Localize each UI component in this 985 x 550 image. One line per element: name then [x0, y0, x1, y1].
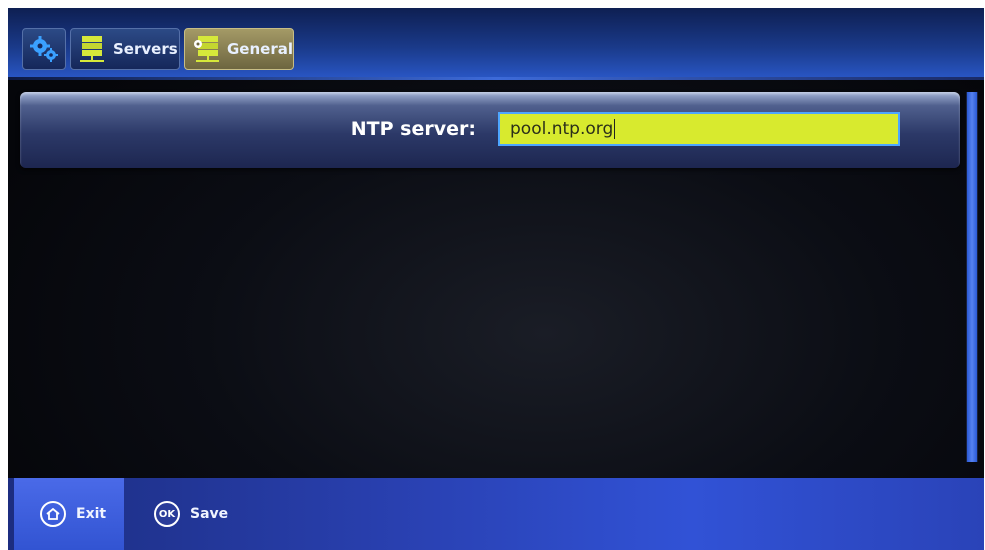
bottom-action-bar: Exit OK Save: [8, 478, 984, 550]
gears-icon: [30, 36, 58, 62]
scrollbar-thumb[interactable]: [967, 92, 977, 462]
save-button[interactable]: OK Save: [154, 478, 254, 550]
tab-servers-label: Servers: [113, 40, 178, 58]
ntp-server-value: pool.ntp.org: [510, 119, 614, 139]
home-icon: [40, 501, 66, 527]
top-tab-bar: Servers General: [8, 8, 984, 80]
ntp-server-input[interactable]: pool.ntp.org: [498, 112, 900, 146]
exit-button[interactable]: Exit: [14, 478, 124, 550]
ok-icon: OK: [154, 501, 180, 527]
text-caret: [614, 119, 616, 139]
tab-servers[interactable]: Servers: [70, 28, 180, 70]
tv-settings-screen: Servers General NTP server: pool.ntp.org: [8, 8, 984, 550]
server-settings-icon: [194, 36, 219, 62]
scrollbar[interactable]: [966, 92, 978, 462]
save-label: Save: [190, 506, 229, 522]
tab-general[interactable]: General: [184, 28, 294, 70]
server-icon: [80, 36, 104, 62]
ntp-setting-row[interactable]: NTP server: pool.ntp.org: [20, 92, 960, 168]
tab-settings[interactable]: [22, 28, 66, 70]
ntp-server-label: NTP server:: [350, 118, 476, 140]
exit-label: Exit: [76, 506, 107, 522]
tab-general-label: General: [227, 40, 293, 58]
